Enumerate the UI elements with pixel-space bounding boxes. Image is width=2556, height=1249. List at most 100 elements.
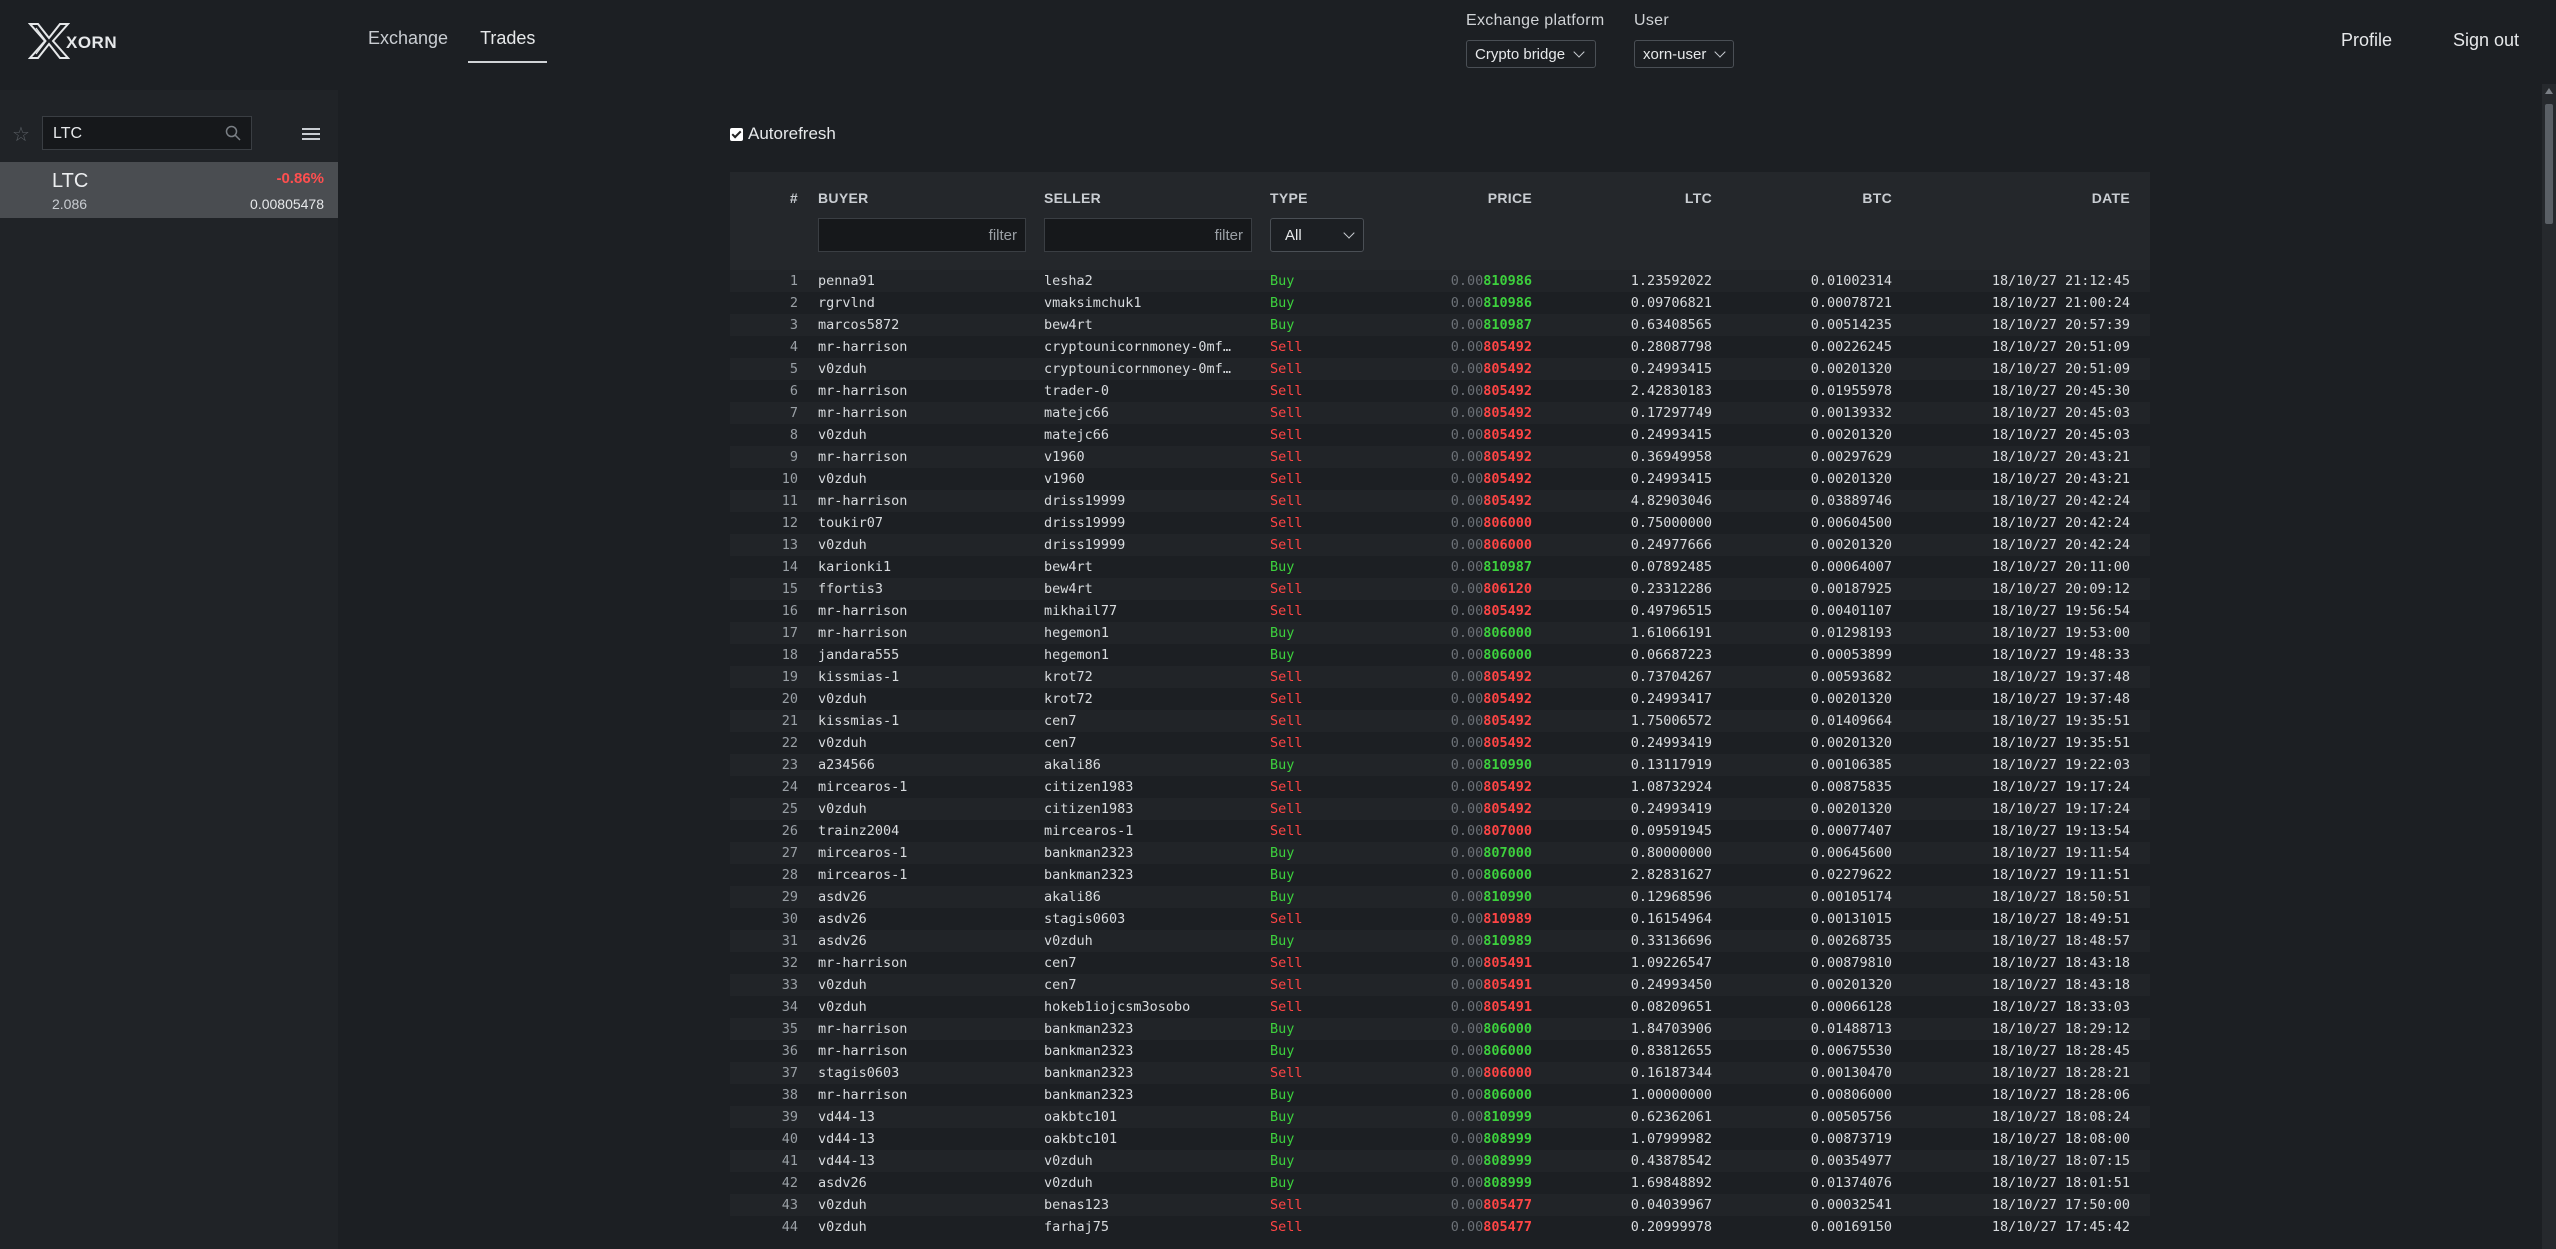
table-row: 3 marcos5872 bew4rt Buy 0.00810987 0.63408565… <box>730 314 2150 336</box>
table-row: 26 trainz2004 mircearos-1 Sell 0.00807000 0.0… <box>730 820 2150 842</box>
col-date[interactable]: DATE <box>730 190 2130 206</box>
trades-table: # BUYER SELLER TYPE PRICE LTC BTC DATE f… <box>730 172 2150 1238</box>
row-date: 18/10/27 20:57:39 <box>1991 317 2130 333</box>
table-row: 35 mr-harrison bankman2323 Buy 0.00806000 1.8… <box>730 1018 2150 1040</box>
market-change: -0.86% <box>276 170 324 187</box>
table-row: 2 rgrvlnd vmaksimchuk1 Buy 0.00810986 0.09706… <box>730 292 2150 314</box>
autorefresh-checkbox[interactable] <box>730 127 743 141</box>
scroll-thumb[interactable] <box>2545 104 2553 224</box>
autorefresh-label: Autorefresh <box>748 124 836 143</box>
row-date: 18/10/27 20:42:24 <box>1991 515 2130 531</box>
row-date: 18/10/27 20:43:21 <box>1991 449 2130 465</box>
row-date: 18/10/27 19:17:24 <box>1991 801 2130 817</box>
table-row: 34 v0zduh hokeb1iojcsm3osobo Sell 0.00805491… <box>730 996 2150 1018</box>
table-row: 24 mircearos-1 citizen1983 Sell 0.00805492 1.… <box>730 776 2150 798</box>
profile-link[interactable]: Profile <box>2341 30 2392 51</box>
chevron-down-icon <box>1573 46 1585 58</box>
row-date: 18/10/27 20:51:09 <box>1991 339 2130 355</box>
market-item-ltc[interactable]: LTC -0.86% 2.086 0.00805478 <box>0 162 338 218</box>
row-date: 18/10/27 19:35:51 <box>1991 735 2130 751</box>
seller-filter-input[interactable]: filter <box>1044 218 1252 252</box>
table-row: 39 vd44-13 oakbtc101 Buy 0.00810999 0.6236206… <box>730 1106 2150 1128</box>
table-row: 37 stagis0603 bankman2323 Sell 0.00806000 0.1… <box>730 1062 2150 1084</box>
table-row: 13 v0zduh driss19999 Sell 0.00806000 0.249776… <box>730 534 2150 556</box>
market-search-box[interactable] <box>42 116 252 150</box>
hamburger-menu-icon[interactable] <box>302 128 320 142</box>
row-date: 18/10/27 18:43:18 <box>1991 955 2130 971</box>
row-date: 18/10/27 18:28:45 <box>1991 1043 2130 1059</box>
platform-label: Exchange platform <box>1466 12 1605 29</box>
row-date: 18/10/27 18:50:51 <box>1991 889 2130 905</box>
table-header: # BUYER SELLER TYPE PRICE LTC BTC DATE f… <box>730 172 2150 270</box>
logo-text: XORN <box>66 33 118 52</box>
row-date: 18/10/27 19:48:33 <box>1991 647 2130 663</box>
market-search-input[interactable] <box>51 122 215 146</box>
user-select[interactable]: xorn-user <box>1634 40 1734 68</box>
table-row: 43 v0zduh benas123 Sell 0.00805477 0.04039967… <box>730 1194 2150 1216</box>
row-date: 18/10/27 18:07:15 <box>1991 1153 2130 1169</box>
seller-filter-placeholder: filter <box>1214 227 1243 244</box>
row-date: 18/10/27 19:11:51 <box>1991 867 2130 883</box>
table-row: 4 mr-harrison cryptounicornmoney-0mfhvq Sel… <box>730 336 2150 358</box>
table-row: 23 a234566 akali86 Buy 0.00810990 0.13117919 0… <box>730 754 2150 776</box>
row-date: 18/10/27 19:11:54 <box>1991 845 2130 861</box>
search-icon[interactable] <box>225 125 241 141</box>
platform-field: Exchange platform Crypto bridge <box>1466 12 1605 68</box>
main-nav: Exchange Trades <box>356 24 555 63</box>
table-row: 38 mr-harrison bankman2323 Buy 0.00806000 1.0… <box>730 1084 2150 1106</box>
table-row: 33 v0zduh cen7 Sell 0.00805491 0.24993450 0.00… <box>730 974 2150 996</box>
table-row: 40 vd44-13 oakbtc101 Buy 0.00808999 1.0799998… <box>730 1128 2150 1150</box>
chevron-down-icon <box>1343 227 1355 239</box>
row-date: 18/10/27 18:08:00 <box>1991 1131 2130 1147</box>
table-row: 22 v0zduh cen7 Sell 0.00805492 0.24993419 0.00… <box>730 732 2150 754</box>
table-row: 30 asdv26 stagis0603 Sell 0.00810989 0.161549… <box>730 908 2150 930</box>
autorefresh-toggle[interactable]: Autorefresh <box>730 124 836 144</box>
table-row: 19 kissmias-1 krot72 Sell 0.00805492 0.737042… <box>730 666 2150 688</box>
type-filter-value: All <box>1285 227 1302 244</box>
table-row: 16 mr-harrison mikhail77 Sell 0.00805492 0.49… <box>730 600 2150 622</box>
row-date: 18/10/27 21:12:45 <box>1991 273 2130 289</box>
row-date: 18/10/27 19:22:03 <box>1991 757 2130 773</box>
table-row: 14 karionki1 bew4rt Buy 0.00810987 0.07892485… <box>730 556 2150 578</box>
row-date: 18/10/27 18:29:12 <box>1991 1021 2130 1037</box>
table-row: 42 asdv26 v0zduh Buy 0.00808999 1.69848892 0.0… <box>730 1172 2150 1194</box>
table-row: 12 toukir07 driss19999 Sell 0.00806000 0.7500… <box>730 512 2150 534</box>
table-row: 27 mircearos-1 bankman2323 Buy 0.00807000 0.8… <box>730 842 2150 864</box>
table-row: 20 v0zduh krot72 Sell 0.00805492 0.24993417 0.… <box>730 688 2150 710</box>
table-row: 28 mircearos-1 bankman2323 Buy 0.00806000 2.8… <box>730 864 2150 886</box>
row-date: 18/10/27 19:53:00 <box>1991 625 2130 641</box>
table-row: 25 v0zduh citizen1983 Sell 0.00805492 0.24993… <box>730 798 2150 820</box>
scroll-up-icon[interactable] <box>2545 88 2553 94</box>
table-row: 21 kissmias-1 cen7 Sell 0.00805492 1.75006572… <box>730 710 2150 732</box>
row-date: 18/10/27 18:49:51 <box>1991 911 2130 927</box>
row-date: 18/10/27 19:56:54 <box>1991 603 2130 619</box>
table-row: 6 mr-harrison trader-0 Sell 0.00805492 2.4283… <box>730 380 2150 402</box>
row-date: 18/10/27 18:33:03 <box>1991 999 2130 1015</box>
table-row: 44 v0zduh farhaj75 Sell 0.00805477 0.20999978… <box>730 1216 2150 1238</box>
table-row: 36 mr-harrison bankman2323 Buy 0.00806000 0.8… <box>730 1040 2150 1062</box>
row-date: 18/10/27 18:48:57 <box>1991 933 2130 949</box>
table-row: 29 asdv26 akali86 Buy 0.00810990 0.12968596 0.… <box>730 886 2150 908</box>
table-row: 31 asdv26 v0zduh Buy 0.00810989 0.33136696 0.0… <box>730 930 2150 952</box>
buyer-filter-placeholder: filter <box>988 227 1017 244</box>
page-scrollbar[interactable] <box>2542 84 2556 1249</box>
row-date: 18/10/27 18:28:06 <box>1991 1087 2130 1103</box>
table-row: 1 penna91 lesha2 Buy 0.00810986 1.23592022 0.0… <box>730 270 2150 292</box>
signout-link[interactable]: Sign out <box>2453 30 2519 51</box>
table-row: 8 v0zduh matejc66 Sell 0.00805492 0.24993415 0… <box>730 424 2150 446</box>
table-row: 10 v0zduh v1960 Sell 0.00805492 0.24993415 0.0… <box>730 468 2150 490</box>
table-row: 41 vd44-13 v0zduh Buy 0.00808999 0.43878542 0.… <box>730 1150 2150 1172</box>
table-row: 11 mr-harrison driss19999 Sell 0.00805492 4.8… <box>730 490 2150 512</box>
market-search-row: ☆ <box>0 102 338 150</box>
nav-exchange[interactable]: Exchange <box>356 24 460 63</box>
nav-trades[interactable]: Trades <box>468 24 548 63</box>
row-date: 18/10/27 19:35:51 <box>1991 713 2130 729</box>
logo[interactable]: XORN <box>28 22 117 60</box>
star-icon[interactable]: ☆ <box>12 125 30 145</box>
platform-select[interactable]: Crypto bridge <box>1466 40 1596 68</box>
top-header: XORN Exchange Trades Exchange platform C… <box>0 0 2556 84</box>
row-date: 18/10/27 19:37:48 <box>1991 691 2130 707</box>
buyer-filter-input[interactable]: filter <box>818 218 1026 252</box>
type-filter-select[interactable]: All <box>1270 218 1364 252</box>
market-name: LTC <box>52 170 89 192</box>
